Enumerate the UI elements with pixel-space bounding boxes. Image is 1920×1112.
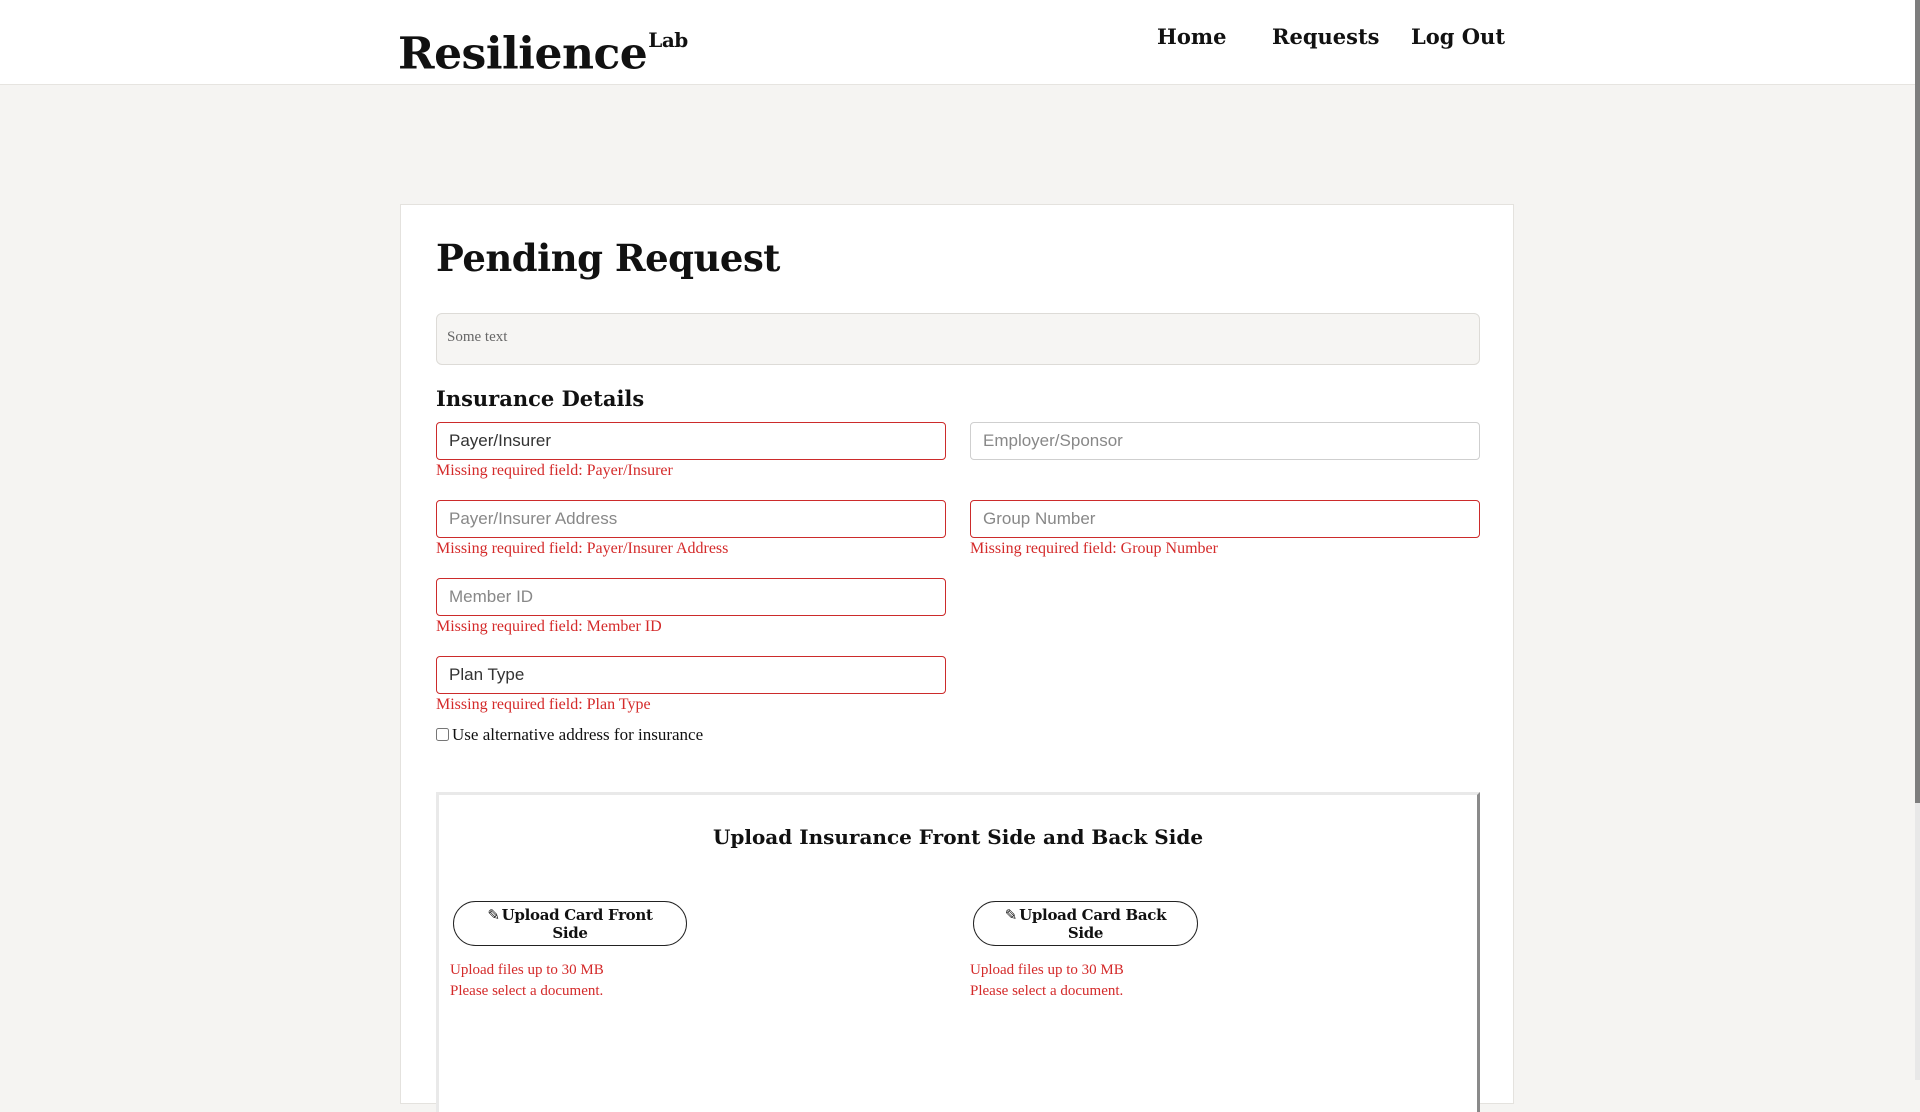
payer-insurer-input[interactable]	[436, 422, 946, 460]
page-scrollbar[interactable]	[1915, 0, 1920, 1080]
paperclip-icon: ✎	[487, 905, 500, 924]
upload-front-button[interactable]: ✎ Upload Card Front Side	[453, 901, 687, 946]
upload-front-label: Upload Card Front Side	[501, 905, 653, 942]
plan-type-error: Missing required field: Plan Type	[436, 696, 651, 713]
upload-back-limit: Upload files up to 30 MB	[970, 962, 1124, 978]
group-number-input[interactable]	[970, 500, 1480, 538]
upload-front-status: Please select a document.	[450, 983, 604, 999]
member-id-error: Missing required field: Member ID	[436, 618, 662, 635]
plan-type-input[interactable]	[436, 656, 946, 694]
nav-logout-link[interactable]: Log Out	[1411, 24, 1505, 49]
upload-back-label: Upload Card Back Side	[1019, 905, 1167, 942]
upload-front-notes: Upload files up to 30 MB Please select a…	[450, 960, 604, 1002]
upload-back-status: Please select a document.	[970, 983, 1124, 999]
insurance-details-heading: Insurance Details	[436, 386, 645, 411]
scrollbar-thumb[interactable]	[1915, 0, 1920, 803]
paperclip-icon: ✎	[1004, 905, 1018, 924]
upload-heading: Upload Insurance Front Side and Back Sid…	[712, 825, 1204, 849]
upload-back-notes: Upload files up to 30 MB Please select a…	[970, 960, 1124, 1002]
group-number-error: Missing required field: Group Number	[970, 540, 1218, 557]
employer-sponsor-input[interactable]	[970, 422, 1480, 460]
request-notes-box: Some text	[436, 313, 1480, 365]
top-navbar: ResilienceLab Home Requests Log Out	[0, 0, 1915, 85]
logo-superscript: Lab	[648, 28, 688, 52]
payer-insurer-error: Missing required field: Payer/Insurer	[436, 462, 673, 479]
page-title: Pending Request	[436, 236, 780, 280]
logo-text: Resilience	[398, 28, 648, 80]
upload-front-limit: Upload files up to 30 MB	[450, 962, 604, 978]
alt-address-label: Use alternative address for insurance	[452, 725, 704, 744]
payer-insurer-address-error: Missing required field: Payer/Insurer Ad…	[436, 540, 729, 557]
payer-insurer-address-input[interactable]	[436, 500, 946, 538]
logo[interactable]: ResilienceLab	[398, 18, 688, 83]
alt-address-option[interactable]: Use alternative address for insurance	[436, 725, 703, 745]
upload-back-button[interactable]: ✎ Upload Card Back Side	[973, 901, 1198, 946]
alt-address-checkbox[interactable]	[436, 728, 449, 741]
nav-home-link[interactable]: Home	[1157, 24, 1226, 49]
member-id-input[interactable]	[436, 578, 946, 616]
nav-requests-link[interactable]: Requests	[1272, 24, 1379, 49]
